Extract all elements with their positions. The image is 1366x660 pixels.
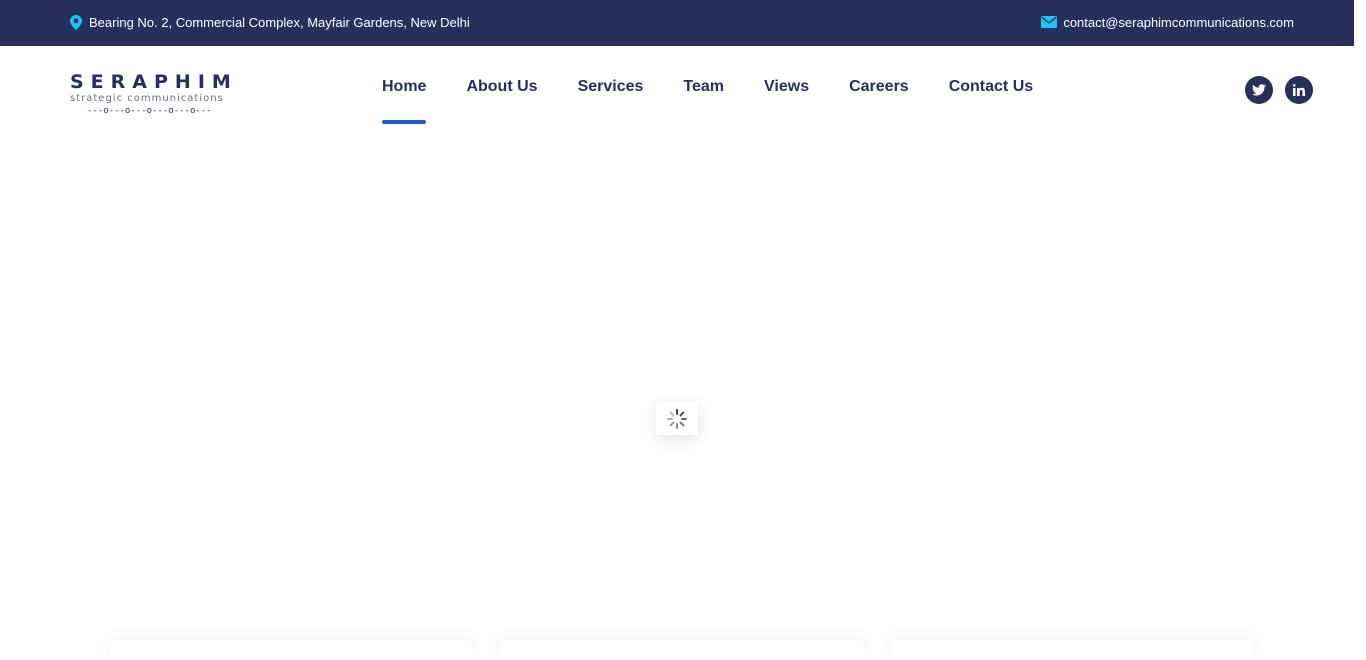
- linkedin-button[interactable]: [1285, 76, 1313, 104]
- twitter-icon: [1252, 84, 1266, 96]
- nav-home[interactable]: Home: [382, 78, 427, 126]
- email-link[interactable]: contact@seraphimcommunications.com: [1063, 15, 1294, 30]
- address-text: Bearing No. 2, Commercial Complex, Mayfa…: [89, 14, 470, 30]
- twitter-button[interactable]: [1245, 76, 1273, 104]
- email-info[interactable]: contact@seraphimcommunications.com: [1041, 14, 1294, 30]
- nav-services[interactable]: Services: [578, 78, 644, 126]
- nav-views[interactable]: Views: [764, 78, 809, 126]
- content-card: [110, 640, 472, 660]
- address-info: Bearing No. 2, Commercial Complex, Mayfa…: [68, 14, 470, 30]
- nav-about-us[interactable]: About Us: [466, 78, 537, 126]
- linkedin-icon: [1293, 84, 1305, 96]
- seraphim-logo[interactable]: SERAPHIM strategic communications ---o--…: [70, 71, 238, 122]
- nav-careers[interactable]: Careers: [849, 78, 909, 126]
- logo-wordmark: SERAPHIM: [70, 71, 238, 93]
- nav-team[interactable]: Team: [683, 78, 724, 126]
- site-header: SERAPHIM strategic communications ---o--…: [0, 46, 1354, 136]
- content-card: [500, 640, 864, 660]
- main-nav: Home About Us Services Team Views Career…: [382, 78, 1073, 126]
- loading-spinner: [656, 402, 698, 435]
- content-card: [890, 640, 1254, 660]
- map-marker-icon: [68, 14, 84, 30]
- nav-contact-us[interactable]: Contact Us: [949, 78, 1033, 126]
- envelope-icon: [1041, 14, 1058, 30]
- spinner-icon: [667, 408, 687, 429]
- logo-tagline: strategic communications: [70, 93, 224, 104]
- logo-chain-graphic: ---o---o---o---o---o---: [87, 106, 212, 116]
- top-info-bar: Bearing No. 2, Commercial Complex, Mayfa…: [0, 0, 1354, 46]
